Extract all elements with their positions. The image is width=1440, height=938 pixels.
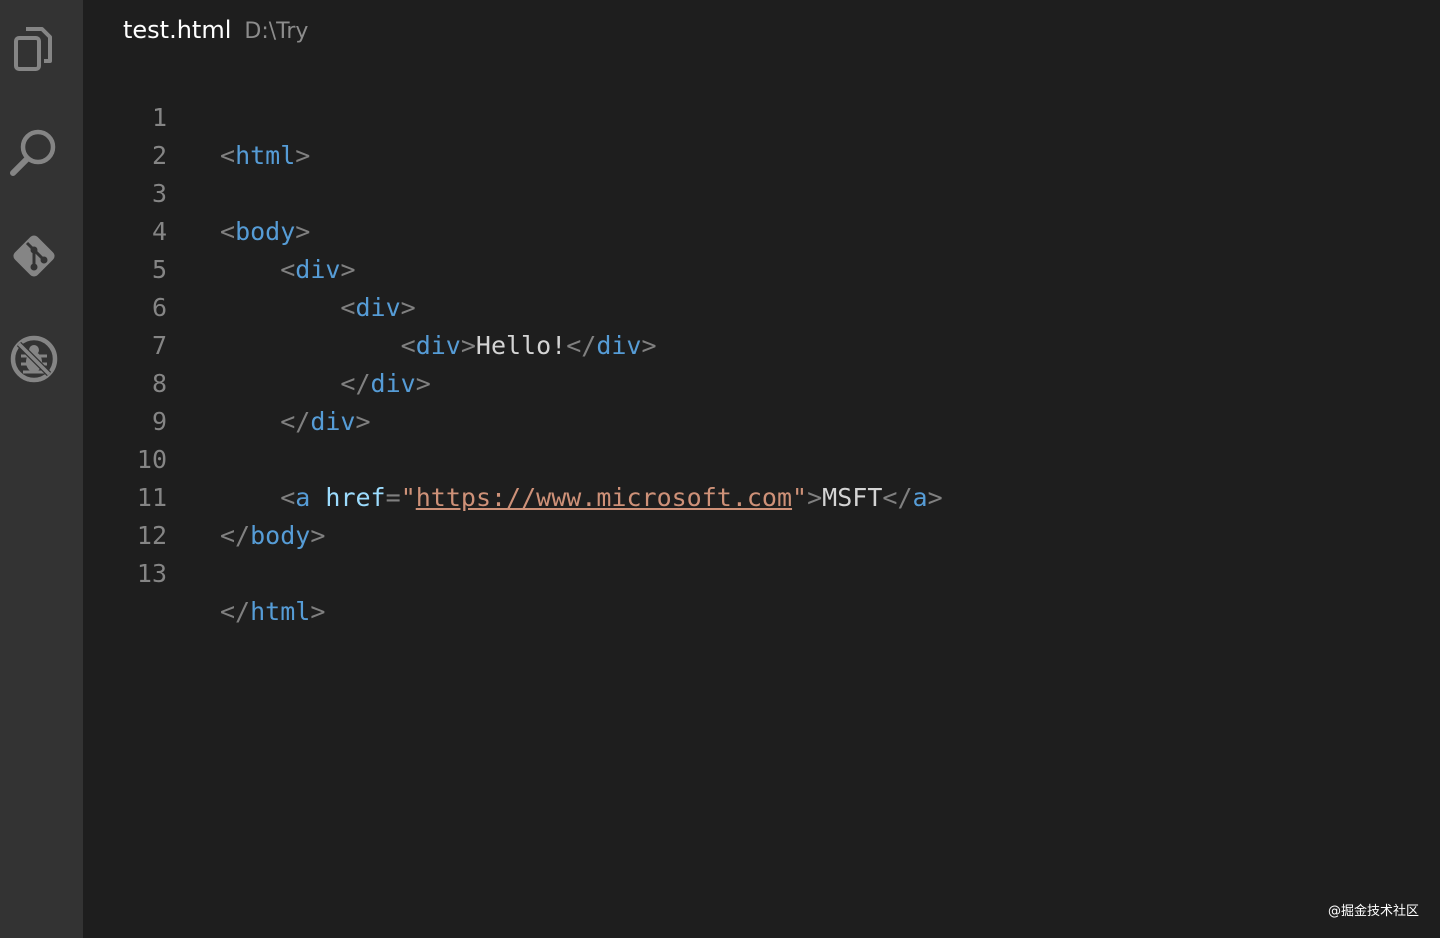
tag-name: html	[250, 597, 311, 626]
code-line[interactable]: 5 <div>	[83, 213, 1440, 322]
code-line[interactable]: 9	[83, 365, 1440, 436]
activity-bar	[0, 0, 83, 938]
editor-pane: test.html D:\Try 1 <html> 2 3 <body> 4 <…	[83, 0, 1440, 938]
code-line[interactable]: 11 </body>	[83, 441, 1440, 550]
code-line[interactable]: 6 <div>Hello!</div>	[83, 251, 1440, 360]
code-line[interactable]: 3 <body>	[83, 137, 1440, 246]
code-line[interactable]: 12	[83, 479, 1440, 550]
code-line[interactable]: 10 <a href="https://www.microsoft.com">M…	[83, 403, 1440, 512]
line-number: 13	[136, 559, 167, 588]
tag-open-bracket: </	[220, 597, 251, 626]
watermark: @掘金技术社区	[1327, 904, 1419, 919]
code-line[interactable]: 1 <html>	[83, 61, 1440, 170]
files-icon[interactable]	[7, 21, 61, 75]
code-line[interactable]: 8 </div>	[83, 327, 1440, 436]
code-line[interactable]: 13 </html>	[83, 517, 1440, 626]
vscode-window: test.html D:\Try 1 <html> 2 3 <body> 4 <…	[0, 0, 1440, 938]
file-name[interactable]: test.html	[123, 16, 231, 44]
code-line[interactable]: 2	[83, 99, 1440, 170]
editor-tab[interactable]: test.html D:\Try	[123, 16, 308, 52]
code-line[interactable]: 4 <div>	[83, 175, 1440, 284]
debug-icon[interactable]	[7, 332, 61, 386]
code-editor[interactable]: 1 <html> 2 3 <body> 4 <div> 5 <div> 6 <d…	[83, 61, 1440, 626]
code-line[interactable]: 7 </div>	[83, 289, 1440, 398]
file-path: D:\Try	[244, 19, 309, 44]
search-icon[interactable]	[7, 124, 61, 178]
tag-close-bracket: >	[310, 597, 326, 626]
source-control-icon[interactable]	[7, 229, 61, 283]
